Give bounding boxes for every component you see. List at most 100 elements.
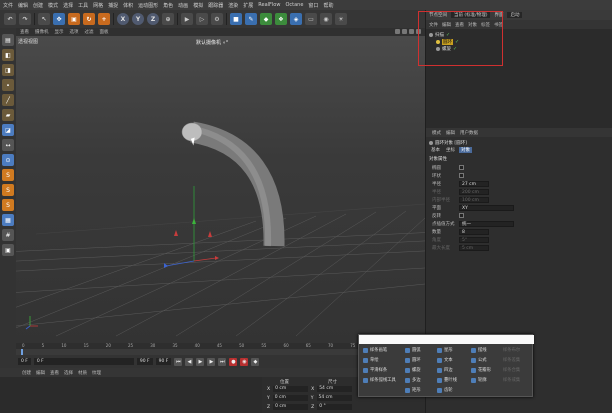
menu-tools[interactable]: 工具 (78, 2, 88, 9)
circle-item[interactable]: 圆环 (405, 357, 421, 363)
record-icon[interactable]: ● (229, 357, 238, 366)
move-icon[interactable]: ✥ (53, 13, 65, 25)
goto-end-icon[interactable]: ⏭ (218, 357, 227, 366)
tab-coord[interactable]: 坐标 (444, 147, 457, 153)
radius-field[interactable]: 27 cm (459, 180, 489, 187)
viewport-menu-display[interactable]: 显示 (55, 29, 64, 35)
cycloid-item[interactable]: 摆线 (471, 347, 491, 353)
menu-select[interactable]: 选择 (63, 2, 73, 9)
menu-simulate[interactable]: 模拟 (193, 2, 203, 9)
pen-icon[interactable]: ✎ (245, 13, 257, 25)
mat-menu-view[interactable]: 查看 (50, 370, 59, 376)
undo-icon[interactable]: ↶ (4, 13, 16, 25)
profile-item[interactable]: 轮廓 (471, 377, 491, 383)
ellipse-checkbox[interactable] (459, 165, 464, 170)
subdivide-icon[interactable]: ◆ (260, 13, 272, 25)
orbit-icon[interactable] (409, 29, 414, 34)
tab-object[interactable]: 对象 (459, 147, 472, 153)
x-axis-handle[interactable] (174, 230, 178, 236)
menu-realflow[interactable]: RealFlow (258, 2, 280, 8)
workplane-icon[interactable]: ▦ (2, 214, 14, 226)
x-axis-icon[interactable]: X (117, 13, 129, 25)
model-icon[interactable]: ◧ (2, 49, 14, 61)
array-icon[interactable]: ❖ (275, 13, 287, 25)
tab-basic[interactable]: 基本 (429, 147, 442, 153)
render-view-icon[interactable]: ▶ (181, 13, 193, 25)
plane-select[interactable]: XY (459, 204, 514, 211)
interface-value[interactable]: 启动 (507, 12, 523, 18)
menu-edit[interactable]: 编辑 (18, 2, 28, 9)
inner-radius-field[interactable]: 100 cm (459, 196, 489, 203)
rotate-icon[interactable]: ↻ (83, 13, 95, 25)
mat-menu-create[interactable]: 创建 (22, 370, 31, 376)
point-icon[interactable]: ∙ (2, 79, 14, 91)
star-item[interactable]: 星形 (437, 347, 457, 353)
viewport[interactable]: 透视视图 默认摄像机 ∘° (16, 36, 425, 343)
sketch-item[interactable]: 草绘 (363, 357, 396, 363)
menu-volume[interactable]: 体积 (123, 2, 133, 9)
polygon-item[interactable]: 多边 (405, 377, 421, 383)
frame-end-field[interactable]: 90 F (136, 358, 153, 365)
mat-menu-edit[interactable]: 编辑 (36, 370, 45, 376)
x-axis-handle-2[interactable] (208, 231, 212, 237)
mat-menu-material[interactable]: 材质 (78, 370, 87, 376)
uv-icon[interactable]: ◪ (2, 124, 14, 136)
viewport-menu-options[interactable]: 选项 (70, 29, 79, 35)
viewport-menu-camera[interactable]: 摄像机 (35, 29, 49, 35)
y-axis-handle[interactable] (192, 218, 196, 224)
arc-item[interactable]: 圆弧 (405, 347, 421, 353)
menu-mesh[interactable]: 网格 (93, 2, 103, 9)
y-axis-icon[interactable]: Y (132, 13, 144, 25)
menu-tracker[interactable]: 跟踪器 (208, 2, 223, 9)
play-icon[interactable]: ▶ (196, 357, 205, 366)
attr-menu-userdata[interactable]: 用户数据 (460, 130, 478, 136)
reverse-checkbox[interactable] (459, 213, 464, 218)
autokey-icon[interactable]: ◉ (240, 357, 249, 366)
menu-help[interactable]: 帮助 (323, 2, 333, 9)
viewport-menu-filter[interactable]: 过滤 (85, 29, 94, 35)
size-z-field[interactable]: 0 ° (317, 404, 353, 410)
lock-icon[interactable]: ▣ (2, 244, 14, 256)
text-item[interactable]: 文本 (437, 357, 457, 363)
polygon-icon[interactable]: ▰ (2, 109, 14, 121)
snap-icon[interactable]: ⊙ (2, 154, 14, 166)
frame-end2-field[interactable]: 90 F (155, 358, 172, 365)
scale-icon[interactable]: ▣ (68, 13, 80, 25)
spline-subtract-item[interactable]: 样条差集 (503, 357, 520, 363)
add-icon[interactable]: + (98, 13, 110, 25)
ring-checkbox[interactable] (459, 173, 464, 178)
max-length-field[interactable]: 5 cm (459, 244, 489, 251)
coord-icon[interactable]: ⊕ (162, 13, 174, 25)
x-axis-arrow[interactable] (215, 256, 219, 260)
size-y-field[interactable]: 54 cm (316, 395, 352, 401)
menu-animate[interactable]: 动画 (178, 2, 188, 9)
formula-item[interactable]: 公式 (471, 357, 491, 363)
pos-z-field[interactable]: 0 cm (273, 404, 309, 410)
menu-create[interactable]: 创建 (33, 2, 43, 9)
menu-file[interactable]: 文件 (3, 2, 13, 9)
menu-mograph[interactable]: 运动图形 (138, 2, 158, 9)
cissoid-item[interactable]: 蔓叶线 (437, 377, 457, 383)
menu-octane[interactable]: Octane (285, 2, 303, 8)
size-x-field[interactable]: 54 cm (317, 386, 353, 392)
next-key-icon[interactable]: ▶ (207, 357, 216, 366)
viewport-menu-view[interactable]: 查看 (20, 29, 29, 35)
interpolation-select[interactable]: 统一 (459, 220, 514, 227)
s-icon-2[interactable]: S (2, 184, 14, 196)
menu-mode[interactable]: 模式 (48, 2, 58, 9)
make-editable-icon[interactable]: ▤ (2, 34, 14, 46)
flower-item[interactable]: 花瓣形 (471, 367, 491, 373)
mat-menu-texture[interactable]: 纹理 (92, 370, 101, 376)
pos-x-field[interactable]: 0 cm (273, 386, 309, 392)
attr-menu-edit[interactable]: 编辑 (446, 130, 455, 136)
spline-arc-item[interactable]: 样条弧线工具 (363, 377, 396, 383)
cube-icon[interactable]: ■ (230, 13, 242, 25)
spline-intersect-item[interactable]: 样条合集 (503, 367, 520, 373)
rectangle-item[interactable]: 矩形 (405, 387, 421, 393)
menu-render[interactable]: 渲染 (228, 2, 238, 9)
frame-start-field[interactable]: 0 F (18, 358, 31, 365)
menu-extensions[interactable]: 扩展 (243, 2, 253, 9)
cog-item[interactable]: 齿轮 (437, 387, 457, 393)
keyframe-icon[interactable]: ◆ (251, 357, 260, 366)
z-axis-icon[interactable]: Z (147, 13, 159, 25)
